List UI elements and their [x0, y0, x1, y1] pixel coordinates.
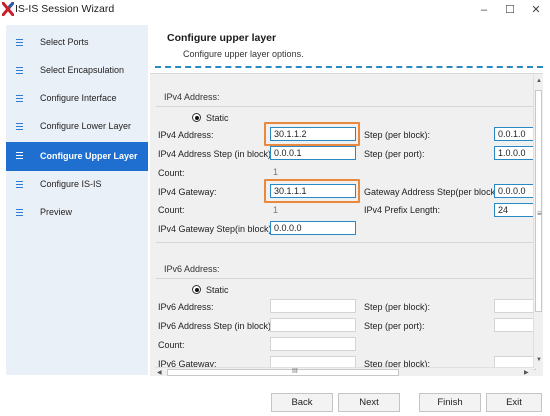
sidebar-item-label: Configure IS-IS — [40, 179, 102, 189]
sidebar-item-label: Configure Upper Layer — [40, 151, 138, 161]
ipv4-gateway-highlight — [264, 179, 360, 203]
scroll-left-icon[interactable]: ◀ — [157, 369, 162, 376]
page-title: Configure upper layer — [167, 32, 277, 44]
ipv4-address-step-label: IPv4 Address Step (in block): — [158, 149, 274, 159]
maximize-button[interactable]: ☐ — [500, 2, 520, 18]
ipv6-step-per-port-label: Step (per port): — [364, 321, 425, 331]
ipv6-address-label: IPv6 Address: — [158, 302, 214, 312]
sidebar-item-label: Preview — [40, 207, 73, 217]
ipv4-prefix-length-field[interactable]: 24 — [494, 203, 536, 217]
ipv4-divider — [156, 106, 536, 107]
horizontal-scrollbar[interactable]: ◀ III ▶ — [155, 367, 533, 376]
ipv4-count-label: Count: — [158, 168, 185, 178]
sidebar-item-configure-isis[interactable]: Configure IS-IS — [6, 172, 148, 199]
header-divider — [155, 66, 543, 68]
ipv6-static-radio[interactable] — [192, 285, 201, 294]
step-per-port-field[interactable]: 1.0.0.0 — [494, 146, 536, 160]
menu-icon — [16, 123, 23, 130]
gateway-step-per-block-label: Gateway Address Step(per block) — [364, 187, 499, 197]
title-bar: IS-IS Session Wizard – ☐ ✕ — [0, 0, 550, 22]
sidebar-item-select-ports[interactable]: Select Ports — [6, 30, 148, 57]
ipv4-address-step-field[interactable]: 0.0.0.1 — [270, 146, 356, 160]
ipv4-count2-field[interactable]: 1 — [270, 204, 356, 218]
menu-icon — [16, 67, 23, 74]
sidebar-item-label: Select Encapsulation — [40, 65, 125, 75]
sidebar-item-select-encapsulation[interactable]: Select Encapsulation — [6, 58, 148, 85]
ipv4-count2-label: Count: — [158, 205, 185, 215]
ipv4-address-label: IPv4 Address: — [158, 130, 214, 140]
ipv4-gateway-step-field[interactable]: 0.0.0.0 — [270, 221, 356, 235]
window-title: IS-IS Session Wizard — [15, 3, 115, 15]
ipv4-address-highlight — [264, 122, 360, 146]
ipv6-static-label: Static — [206, 285, 229, 295]
menu-icon — [16, 209, 23, 216]
sidebar-item-configure-upper-layer[interactable]: Configure Upper Layer — [6, 142, 148, 171]
hgrip-icon: III — [292, 368, 298, 375]
ipv6-address-step-field[interactable] — [270, 318, 356, 332]
options-panel: IPv4 Address: Static IPv4 Address: 30.1.… — [150, 73, 543, 376]
menu-icon — [16, 152, 23, 159]
ipv4-static-label: Static — [206, 113, 229, 123]
gateway-step-per-block-field[interactable]: 0.0.0.0 — [494, 184, 536, 198]
ipv6-count-field[interactable] — [270, 337, 356, 351]
ipv6-step-per-port-field[interactable] — [494, 318, 536, 332]
page-subtitle: Configure upper layer options. — [183, 49, 304, 59]
sidebar-item-label: Configure Lower Layer — [40, 121, 132, 131]
ipv4-group-bottom-divider — [156, 242, 536, 243]
ipv6-group-label: IPv6 Address: — [164, 264, 220, 274]
sidebar-item-configure-lower-layer[interactable]: Configure Lower Layer — [6, 114, 148, 141]
scroll-up-icon[interactable]: ▲ — [536, 78, 542, 84]
grip-icon: ≡ — [537, 209, 542, 218]
vertical-scroll-thumb[interactable]: ≡ — [535, 90, 542, 312]
step-per-block-field[interactable]: 0.0.1.0 — [494, 127, 536, 141]
exit-button[interactable]: Exit — [486, 393, 542, 412]
ipv4-gateway-label: IPv4 Gateway: — [158, 187, 217, 197]
ipv6-step-per-block-field[interactable] — [494, 299, 536, 313]
ipv6-count-label: Count: — [158, 340, 185, 350]
x-logo-icon — [2, 2, 14, 16]
finish-button[interactable]: Finish — [419, 393, 481, 412]
ipv6-address-step-label: IPv6 Address Step (in block): — [158, 321, 274, 331]
sidebar-item-label: Configure Interface — [40, 93, 117, 103]
sidebar-item-preview[interactable]: Preview — [6, 200, 148, 227]
scroll-right-icon[interactable]: ▶ — [524, 369, 529, 376]
step-per-block-label: Step (per block): — [364, 130, 431, 140]
menu-icon — [16, 95, 23, 102]
close-button[interactable]: ✕ — [526, 2, 546, 18]
ipv4-group-label: IPv4 Address: — [164, 92, 220, 102]
ipv4-static-radio[interactable] — [192, 113, 201, 122]
next-button[interactable]: Next — [338, 393, 400, 412]
wizard-sidebar: Select Ports Select Encapsulation Config… — [6, 25, 148, 375]
menu-icon — [16, 181, 23, 188]
horizontal-scroll-thumb[interactable]: III — [167, 368, 399, 376]
vertical-scrollbar[interactable]: ▲ ≡ ▼ — [533, 74, 543, 368]
minimize-button[interactable]: – — [474, 2, 494, 18]
sidebar-item-label: Select Ports — [40, 37, 89, 47]
scroll-down-icon[interactable]: ▼ — [536, 357, 542, 363]
ipv6-address-field[interactable] — [270, 299, 356, 313]
back-button[interactable]: Back — [271, 393, 333, 412]
step-per-port-label: Step (per port): — [364, 149, 425, 159]
ipv4-count-field[interactable]: 1 — [270, 166, 356, 180]
ipv4-prefix-length-label: IPv4 Prefix Length: — [364, 205, 441, 215]
ipv6-step-per-block-label: Step (per block): — [364, 302, 431, 312]
menu-icon — [16, 39, 23, 46]
ipv6-divider — [156, 278, 536, 279]
sidebar-item-configure-interface[interactable]: Configure Interface — [6, 86, 148, 113]
ipv4-gateway-step-label: IPv4 Gateway Step(in block) — [158, 224, 272, 234]
